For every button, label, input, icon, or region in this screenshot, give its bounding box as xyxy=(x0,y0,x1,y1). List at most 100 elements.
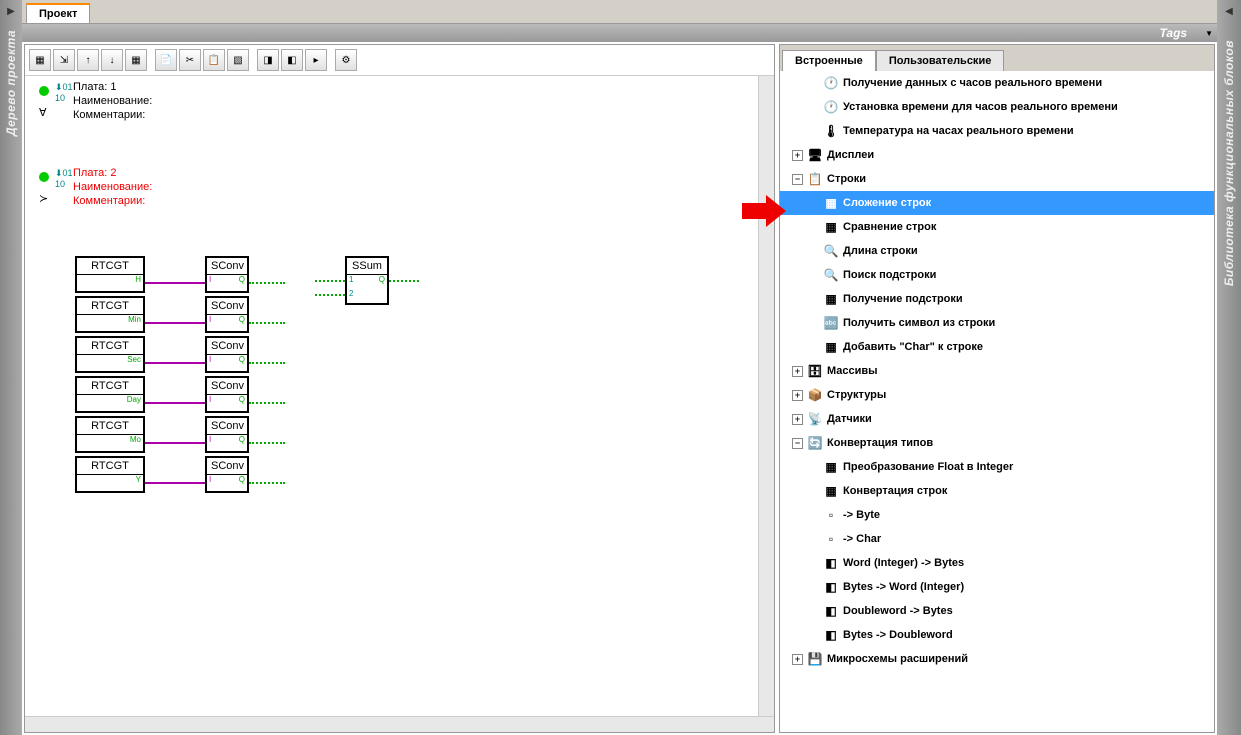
wire xyxy=(145,282,205,284)
block-rtcgt-1[interactable]: RTCGT H xyxy=(75,256,145,293)
wire xyxy=(145,442,205,444)
tree-item-label: Сложение строк xyxy=(843,197,931,209)
tree-expand-icon[interactable]: + xyxy=(792,366,803,377)
block-rtcgt-6[interactable]: RTCGT Y xyxy=(75,456,145,493)
toolbar-btn-cut[interactable]: ✂ xyxy=(179,49,201,71)
tree-item[interactable]: −🔄Конвертация типов xyxy=(780,431,1214,455)
left-sidebar-label: Дерево проекта xyxy=(4,30,18,136)
expand-left-icon[interactable]: ▶ xyxy=(7,6,15,17)
tree-item[interactable]: ◧Word (Integer) -> Bytes xyxy=(780,551,1214,575)
tree-item-icon: 🌡 xyxy=(823,123,839,139)
tree-item-label: Doubleword -> Bytes xyxy=(843,605,953,617)
tree-expand-icon[interactable]: + xyxy=(792,150,803,161)
tree-item-icon: ◧ xyxy=(823,603,839,619)
tree-expand-icon[interactable]: − xyxy=(792,174,803,185)
expand-right-icon[interactable]: ◀ xyxy=(1225,6,1233,17)
tree-item[interactable]: ▦Конвертация строк xyxy=(780,479,1214,503)
tree-item[interactable]: 🔤Получить символ из строки xyxy=(780,311,1214,335)
tree-item-label: Датчики xyxy=(827,413,872,425)
canvas-area[interactable]: ⬇0110 Плата: 1 Наименование: Комментарии… xyxy=(25,76,758,716)
tree-item[interactable]: +🗄Массивы xyxy=(780,359,1214,383)
tree-item-icon: ▦ xyxy=(823,459,839,475)
tree-item[interactable]: ◧Bytes -> Word (Integer) xyxy=(780,575,1214,599)
tree-item[interactable]: ▦Добавить "Char" к строке xyxy=(780,335,1214,359)
tab-builtin[interactable]: Встроенные xyxy=(782,50,876,71)
block-rtcgt-3[interactable]: RTCGT Sec xyxy=(75,336,145,373)
tree-item-icon: ▫ xyxy=(823,531,839,547)
block-rtcgt-5[interactable]: RTCGT Mo xyxy=(75,416,145,453)
toolbar-btn-copy[interactable]: 📄 xyxy=(155,49,177,71)
toolbar-btn-2[interactable]: ⇲ xyxy=(53,49,75,71)
library-tree[interactable]: 🕐Получение данных с часов реального врем… xyxy=(780,71,1214,732)
tags-dropdown-icon[interactable]: ▼ xyxy=(1205,29,1213,38)
wire xyxy=(145,402,205,404)
board-1-binary-icon: ⬇0110 xyxy=(55,82,73,103)
tree-expand-icon[interactable]: + xyxy=(792,414,803,425)
toolbar-btn-paste[interactable]: 📋 xyxy=(203,49,225,71)
tree-item-label: Bytes -> Doubleword xyxy=(843,629,953,641)
toolbar-btn-9[interactable]: ▧ xyxy=(227,49,249,71)
toolbar-btn-down[interactable]: ↓ xyxy=(101,49,123,71)
block-sconv-3[interactable]: SConv IQ xyxy=(205,336,249,373)
tree-item[interactable]: 🔍 Поиск подстроки xyxy=(780,263,1214,287)
block-sconv-1[interactable]: SConv IQ xyxy=(205,256,249,293)
tree-item[interactable]: ▫ -> Char xyxy=(780,527,1214,551)
tree-item-icon: 🕐 xyxy=(823,75,839,91)
tree-item[interactable]: 🔍Длина строки xyxy=(780,239,1214,263)
tags-bar: Tags ▼ xyxy=(22,24,1217,42)
tree-item-label: Bytes -> Word (Integer) xyxy=(843,581,964,593)
wire xyxy=(249,322,285,324)
toolbar-btn-1[interactable]: ▦ xyxy=(29,49,51,71)
wire xyxy=(249,442,285,444)
tree-item-icon: 🗄 xyxy=(807,363,823,379)
tree-item-icon: 🔍 xyxy=(823,267,839,283)
tree-item[interactable]: ▫-> Byte xyxy=(780,503,1214,527)
block-sconv-4[interactable]: SConv IQ xyxy=(205,376,249,413)
tree-item[interactable]: ▦Преобразование Float в Integer xyxy=(780,455,1214,479)
toolbar-btn-13[interactable]: ⚙ xyxy=(335,49,357,71)
tab-project[interactable]: Проект xyxy=(26,3,90,23)
tree-item[interactable]: −📋Строки xyxy=(780,167,1214,191)
toolbar-btn-12[interactable]: ▸ xyxy=(305,49,327,71)
tab-user[interactable]: Пользовательские xyxy=(876,50,1005,71)
tree-item-label: -> Char xyxy=(843,533,881,545)
block-sconv-6[interactable]: SConv IQ xyxy=(205,456,249,493)
board-2-info: Плата: 2 Наименование: Комментарии: xyxy=(73,166,152,208)
tree-expand-icon[interactable]: + xyxy=(792,654,803,665)
tree-item[interactable]: 🌡 Температура на часах реального времени xyxy=(780,119,1214,143)
tree-item[interactable]: 🕐Получение данных с часов реального врем… xyxy=(780,71,1214,95)
tree-item-label: Конвертация строк xyxy=(843,485,947,497)
toolbar-btn-5[interactable]: ▦ xyxy=(125,49,147,71)
toolbar-btn-10[interactable]: ◨ xyxy=(257,49,279,71)
tree-item[interactable]: +📡Датчики xyxy=(780,407,1214,431)
tree-item[interactable]: ◧ Doubleword -> Bytes xyxy=(780,599,1214,623)
tree-item[interactable]: ▦Получение подстроки xyxy=(780,287,1214,311)
block-sconv-2[interactable]: SConv IQ xyxy=(205,296,249,333)
right-sidebar[interactable]: ◀ Библиотека функциональных блоков xyxy=(1217,0,1241,735)
tree-expand-icon[interactable]: − xyxy=(792,438,803,449)
block-sconv-5[interactable]: SConv IQ xyxy=(205,416,249,453)
tree-item[interactable]: +📦Структуры xyxy=(780,383,1214,407)
left-sidebar[interactable]: ▶ Дерево проекта xyxy=(0,0,22,735)
tree-item-label: Поиск подстроки xyxy=(843,269,936,281)
block-rtcgt-4[interactable]: RTCGT Day xyxy=(75,376,145,413)
tree-item[interactable]: +💾Микросхемы расширений xyxy=(780,647,1214,671)
tree-item-label: Температура на часах реального времени xyxy=(843,125,1074,137)
tree-item[interactable]: ◧Bytes -> Doubleword xyxy=(780,623,1214,647)
board-2-status-icon xyxy=(39,172,49,182)
tree-item-label: Получение подстроки xyxy=(843,293,963,305)
tree-item[interactable]: +🖥Дисплеи xyxy=(780,143,1214,167)
tree-item-label: Длина строки xyxy=(843,245,918,257)
toolbar-btn-11[interactable]: ◧ xyxy=(281,49,303,71)
canvas-scrollbar-v[interactable] xyxy=(758,76,774,716)
block-ssum[interactable]: SSum 1Q 2 xyxy=(345,256,389,305)
tree-item-icon: 🔄 xyxy=(807,435,823,451)
tree-expand-icon[interactable]: + xyxy=(792,390,803,401)
right-sidebar-label: Библиотека функциональных блоков xyxy=(1222,40,1236,286)
canvas-scrollbar-h[interactable] xyxy=(25,716,774,732)
block-rtcgt-2[interactable]: RTCGT Min xyxy=(75,296,145,333)
tree-item[interactable]: ▦Сложение строк xyxy=(780,191,1214,215)
tree-item[interactable]: ▦Сравнение строк xyxy=(780,215,1214,239)
toolbar-btn-up[interactable]: ↑ xyxy=(77,49,99,71)
tree-item[interactable]: 🕐Установка времени для часов реального в… xyxy=(780,95,1214,119)
